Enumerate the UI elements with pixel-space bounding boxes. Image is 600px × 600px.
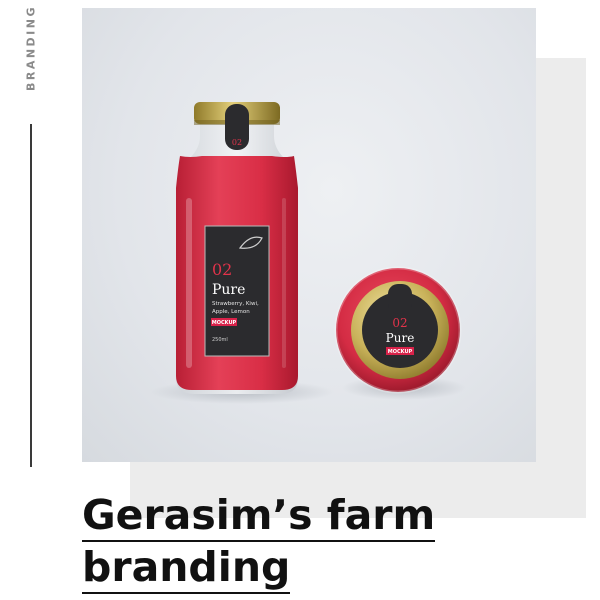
project-title-line-2: branding [82, 542, 291, 594]
svg-text:Pure: Pure [212, 282, 245, 298]
project-title-line-1: Gerasim’s farm [82, 490, 436, 542]
svg-text:Apple, Lemon: Apple, Lemon [212, 309, 250, 315]
project-title[interactable]: Gerasim’s farm branding [82, 490, 436, 594]
section-label-text: BRANDING [24, 4, 38, 92]
svg-text:Pure: Pure [386, 331, 415, 345]
svg-text:MOCKUP: MOCKUP [388, 349, 413, 355]
project-cover-image[interactable]: 02 02 Pure Strawberry, Kiwi, Apple, Lemo… [82, 8, 536, 462]
vertical-divider [30, 124, 32, 467]
svg-text:250ml: 250ml [212, 337, 228, 343]
product-mockup-illustration: 02 02 Pure Strawberry, Kiwi, Apple, Lemo… [150, 102, 466, 404]
svg-text:MOCKUP: MOCKUP [212, 320, 237, 326]
svg-text:Strawberry, Kiwi,: Strawberry, Kiwi, [212, 301, 259, 307]
svg-text:02: 02 [212, 260, 232, 279]
svg-text:02: 02 [392, 316, 407, 330]
svg-text:02: 02 [232, 138, 242, 147]
section-label: BRANDING [20, 4, 42, 92]
